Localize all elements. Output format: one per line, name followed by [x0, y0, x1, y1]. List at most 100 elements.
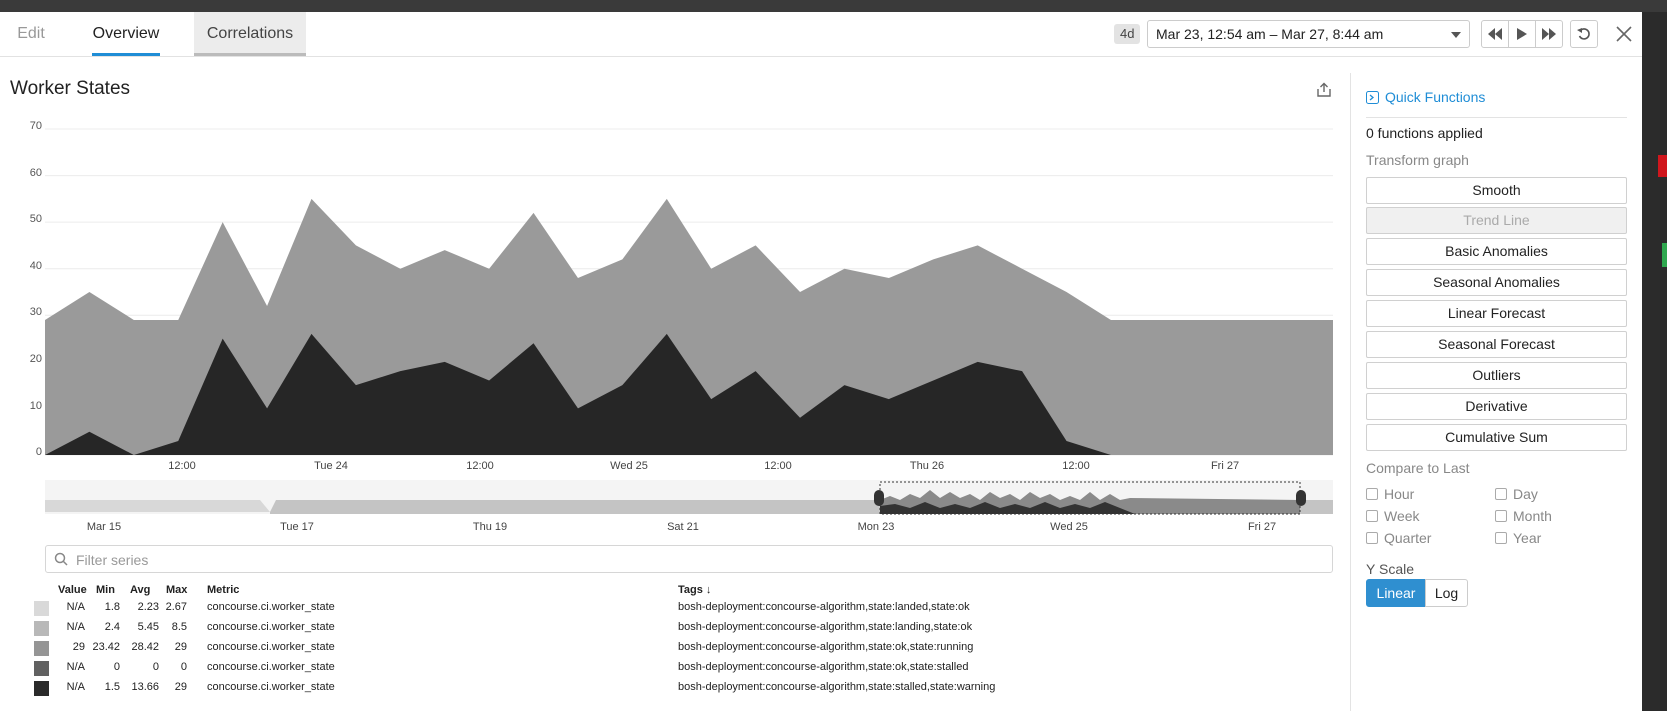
navigator-tick-label: Mar 15 — [87, 521, 121, 533]
y-tick-label: 20 — [30, 353, 42, 365]
linear-forecast-button[interactable]: Linear Forecast — [1366, 300, 1627, 327]
series-metric: concourse.ci.worker_state — [207, 661, 335, 673]
close-button[interactable] — [1612, 22, 1636, 46]
compare-day-checkbox[interactable]: Day — [1495, 486, 1538, 502]
col-header-min[interactable]: Min — [96, 584, 115, 596]
play-button[interactable] — [1508, 20, 1536, 48]
series-max: 8.5 — [171, 621, 187, 633]
y-scale-label: Y Scale — [1366, 561, 1414, 577]
legend-row[interactable]: N/A 1.5 13.66 29 concourse.ci.worker_sta… — [0, 678, 1330, 698]
col-header-avg[interactable]: Avg — [130, 584, 150, 596]
series-max: 0 — [180, 661, 187, 673]
navigator-tick-label: Fri 27 — [1248, 521, 1276, 533]
col-header-max[interactable]: Max — [166, 584, 187, 596]
smooth-button[interactable]: Smooth — [1366, 177, 1627, 204]
legend-row[interactable]: 29 23.42 28.42 29 concourse.ci.worker_st… — [0, 638, 1330, 658]
checkbox-label: Day — [1513, 486, 1538, 502]
y-tick-label: 30 — [30, 306, 42, 318]
functions-applied-count: 0 functions applied — [1366, 125, 1483, 141]
col-header-metric[interactable]: Metric — [207, 584, 239, 596]
compare-week-checkbox[interactable]: Week — [1366, 508, 1420, 524]
series-swatch — [34, 601, 49, 616]
x-tick-label: Thu 26 — [910, 460, 944, 472]
navigator-right-handle[interactable] — [1296, 490, 1306, 506]
y-tick-label: 60 — [30, 167, 42, 179]
series-max: 29 — [174, 641, 187, 653]
chart-areas — [45, 198, 1333, 455]
series-min: 23.42 — [92, 641, 120, 653]
checkbox-box[interactable] — [1495, 532, 1507, 544]
chevron-down-icon — [1451, 32, 1461, 38]
timeseries-chart[interactable]: 70 60 50 40 30 20 10 0 12:00 Tue 24 12:0… — [0, 12, 1340, 482]
series-avg: 2.23 — [137, 601, 159, 613]
series-metric: concourse.ci.worker_state — [207, 641, 335, 653]
basic-anomalies-button[interactable]: Basic Anomalies — [1366, 238, 1627, 265]
close-icon — [1616, 26, 1632, 42]
navigator-tick-label: Tue 17 — [280, 521, 314, 533]
checkbox-label: Hour — [1384, 486, 1415, 502]
app-backdrop-right — [1642, 12, 1667, 711]
quick-functions-label: Quick Functions — [1385, 89, 1486, 105]
filter-series-field[interactable] — [45, 545, 1333, 573]
y-tick-label: 50 — [30, 213, 42, 225]
checkbox-box[interactable] — [1495, 488, 1507, 500]
trend-line-button[interactable]: Trend Line — [1366, 207, 1627, 234]
y-tick-label: 40 — [30, 260, 42, 272]
step-forward-button[interactable] — [1535, 20, 1563, 48]
y-scale-log-button[interactable]: Log — [1425, 579, 1468, 607]
series-value: N/A — [66, 601, 85, 613]
compare-hour-checkbox[interactable]: Hour — [1366, 486, 1414, 502]
legend-row[interactable]: N/A 2.4 5.45 8.5 concourse.ci.worker_sta… — [0, 618, 1330, 638]
reset-button[interactable] — [1570, 20, 1598, 48]
compare-month-checkbox[interactable]: Month — [1495, 508, 1552, 524]
checkbox-box[interactable] — [1366, 532, 1378, 544]
col-header-value[interactable]: Value — [58, 584, 87, 596]
series-avg: 5.45 — [137, 621, 159, 633]
series-avg: 28.42 — [131, 641, 159, 653]
step-back-button[interactable] — [1481, 20, 1509, 48]
legend-row[interactable]: N/A 1.8 2.23 2.67 concourse.ci.worker_st… — [0, 598, 1330, 618]
x-tick-label: Fri 27 — [1211, 460, 1239, 472]
rewind-icon — [1488, 28, 1502, 40]
navigator-tick-label: Mon 23 — [858, 521, 895, 533]
graph-modal: Edit Overview Correlations 4d Mar 23, 12… — [0, 12, 1642, 711]
series-tags: bosh-deployment:concourse-algorithm,stat… — [678, 641, 974, 653]
col-header-tags[interactable]: Tags ↓ — [678, 584, 711, 596]
cumulative-sum-button[interactable]: Cumulative Sum — [1366, 424, 1627, 451]
compare-to-last-label: Compare to Last — [1366, 460, 1470, 476]
checkbox-label: Month — [1513, 508, 1552, 524]
legend-row[interactable]: N/A 0 0 0 concourse.ci.worker_state bosh… — [0, 658, 1330, 678]
derivative-button[interactable]: Derivative — [1366, 393, 1627, 420]
series-min: 1.8 — [104, 601, 120, 613]
series-metric: concourse.ci.worker_state — [207, 601, 335, 613]
series-swatch — [34, 681, 49, 696]
series-value: N/A — [66, 621, 85, 633]
y-scale-linear-button[interactable]: Linear — [1366, 579, 1426, 607]
fast-forward-icon — [1542, 28, 1556, 40]
series-value: N/A — [66, 661, 85, 673]
checkbox-box[interactable] — [1366, 510, 1378, 522]
filter-series-input[interactable] — [74, 549, 1318, 571]
series-tags: bosh-deployment:concourse-algorithm,stat… — [678, 661, 969, 673]
backdrop-green-marker — [1662, 243, 1667, 267]
seasonal-anomalies-button[interactable]: Seasonal Anomalies — [1366, 269, 1627, 296]
checkbox-box[interactable] — [1495, 510, 1507, 522]
navigator-left-handle[interactable] — [874, 490, 884, 506]
quick-functions-link[interactable]: Quick Functions — [1366, 89, 1485, 105]
series-max: 29 — [174, 681, 187, 693]
outliers-button[interactable]: Outliers — [1366, 362, 1627, 389]
compare-year-checkbox[interactable]: Year — [1495, 530, 1541, 546]
range-navigator[interactable]: Mar 15 Tue 17 Thu 19 Sat 21 Mon 23 Wed 2… — [0, 478, 1340, 538]
series-avg: 0 — [152, 661, 159, 673]
y-tick-label: 10 — [30, 400, 42, 412]
series-tags: bosh-deployment:concourse-algorithm,stat… — [678, 601, 970, 613]
x-axis-ticks: 12:00 Tue 24 12:00 Wed 25 12:00 Thu 26 1… — [168, 460, 1239, 472]
undo-icon — [1577, 28, 1590, 40]
y-tick-label: 0 — [36, 446, 42, 458]
play-icon — [1517, 28, 1527, 40]
checkbox-box[interactable] — [1366, 488, 1378, 500]
y-axis-ticks: 70 60 50 40 30 20 10 0 — [30, 120, 42, 458]
x-tick-label: 12:00 — [466, 460, 494, 472]
seasonal-forecast-button[interactable]: Seasonal Forecast — [1366, 331, 1627, 358]
compare-quarter-checkbox[interactable]: Quarter — [1366, 530, 1431, 546]
